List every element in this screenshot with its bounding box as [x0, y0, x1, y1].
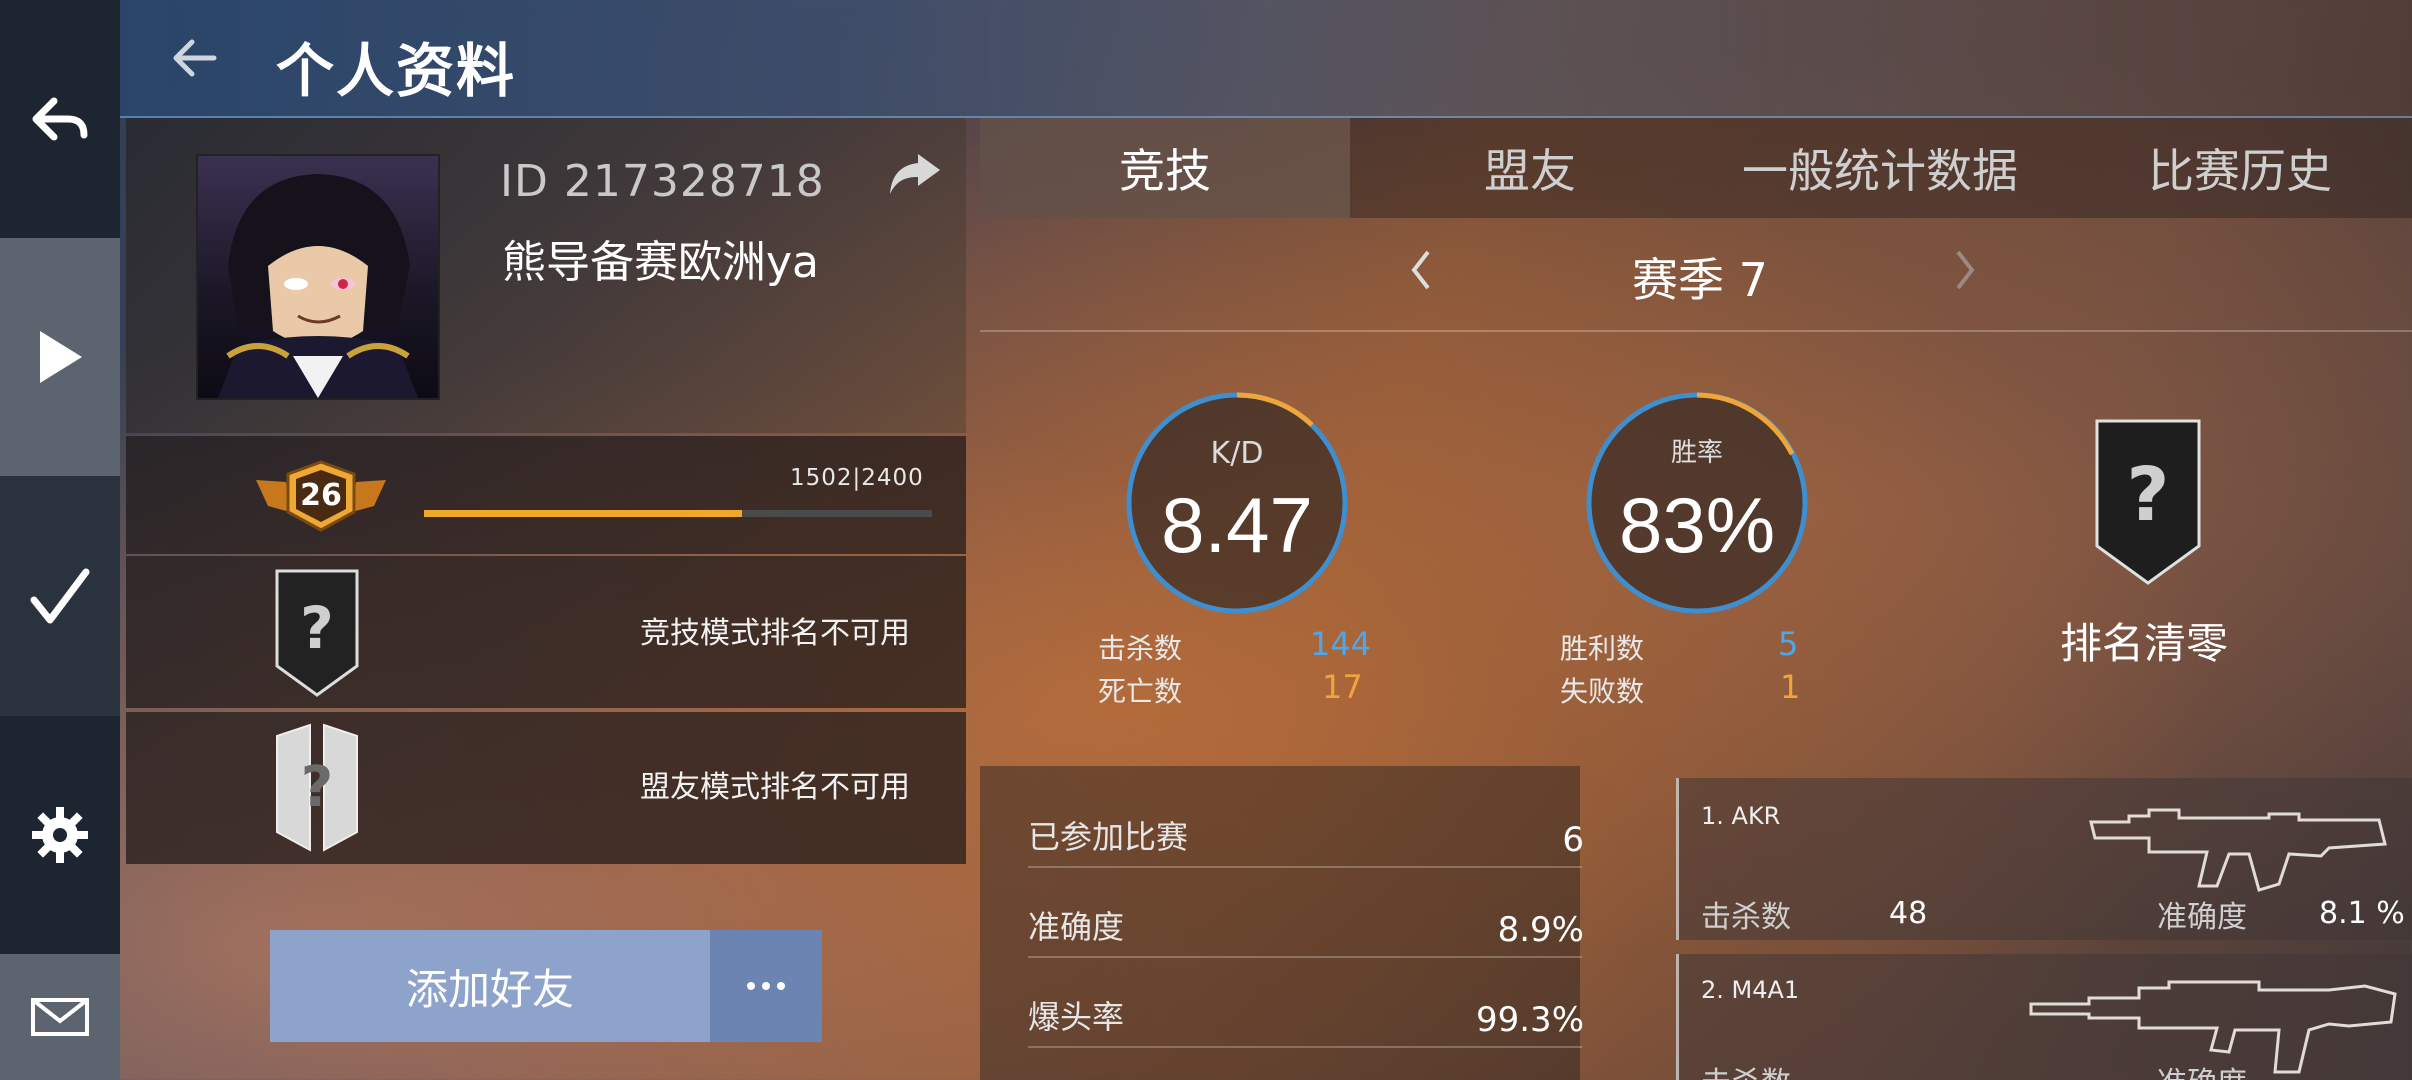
winrate-label: 胜率 [1670, 438, 1723, 468]
avatar-portrait-icon [218, 174, 418, 398]
season-divider [980, 330, 2412, 332]
ally-rank-text: 盟友模式排名不可用 [640, 770, 910, 805]
svg-text:?: ? [300, 594, 334, 662]
winrate-value: 83% [1618, 481, 1776, 569]
headshot-rate-value: 99.3% [1475, 1000, 1584, 1040]
weapon-accuracy-label: 准确度 [2157, 900, 2247, 935]
summary-divider [1028, 956, 1582, 958]
kd-value: 8.47 [1161, 481, 1313, 569]
weapon-name: 1. AKR [1701, 802, 1781, 830]
kills-value: 144 [1310, 625, 1372, 663]
winrate-gauge: 胜率 83% [1582, 388, 1812, 618]
undo-arrow-icon [32, 97, 88, 141]
svg-text:?: ? [2127, 452, 2170, 538]
weapon-accuracy-label: 准确度 [2157, 1058, 2247, 1080]
avatar [196, 154, 440, 400]
tab-general-stats[interactable]: 一般统计数据 [1680, 118, 2080, 218]
season-next-button[interactable] [1946, 240, 1986, 300]
deaths-value: 17 [1322, 668, 1363, 706]
unknown-rank-shield-icon: ? [2095, 419, 2201, 585]
weapon-kills-label: 击杀数 [1701, 900, 1791, 935]
add-friend-button[interactable]: 添加好友 [270, 930, 710, 1042]
weapon-name: 2. M4A1 [1701, 976, 1800, 1004]
level-number: 26 [300, 478, 342, 513]
settings-rail-button[interactable] [0, 770, 120, 900]
mail-icon [31, 998, 89, 1036]
checkmark-icon [30, 568, 90, 624]
weapon-card-akr[interactable]: 1. AKR 击杀数 48 准确度 8.1 % [1676, 778, 2412, 940]
tab-bar: 竞技 盟友 一般统计数据 比赛历史 [980, 118, 2412, 218]
back-arrow-icon [173, 39, 217, 77]
summary-divider [1028, 866, 1582, 868]
kd-label: K/D [1210, 436, 1264, 471]
rank-reset-label: 排名清零 [2060, 619, 2229, 668]
summary-divider [1028, 1046, 1582, 1048]
weapon-kills-label: 击杀数 [1701, 1058, 1791, 1080]
side-rail [0, 0, 120, 1080]
losses-value: 1 [1780, 668, 1801, 706]
level-badge: 26 [256, 460, 386, 532]
wins-value: 5 [1778, 625, 1799, 663]
competitive-rank-badge: ? [274, 568, 360, 698]
accuracy-value: 8.9% [1497, 910, 1584, 950]
rank-reset-badge: ? [2094, 418, 2202, 586]
headshot-rate-label: 爆头率 [1028, 998, 1125, 1036]
weapon-card-m4a1[interactable]: 2. M4A1 击杀数 准确度 [1676, 954, 2412, 1080]
competitive-rank-text: 竞技模式排名不可用 [640, 616, 910, 651]
season-prev-button[interactable] [1400, 240, 1440, 300]
wins-label: 胜利数 [1560, 632, 1645, 665]
ellipsis-icon [747, 982, 785, 990]
rifle-akr-icon [2089, 808, 2387, 892]
mail-rail-button[interactable] [0, 954, 120, 1080]
player-name: 熊导备赛欧洲ya [502, 237, 820, 288]
matches-played-value: 6 [1562, 820, 1584, 860]
chevron-right-icon [1956, 250, 1975, 290]
share-arrow-icon [890, 154, 940, 194]
tab-allies[interactable]: 盟友 [1350, 118, 1710, 218]
svg-text:?: ? [301, 755, 333, 820]
back-rail-button[interactable] [0, 40, 120, 200]
play-icon [40, 331, 82, 383]
weapon-accuracy-value: 8.1 % [2319, 896, 2405, 931]
season-label: 赛季 7 [1632, 253, 1768, 307]
tab-match-history[interactable]: 比赛历史 [2070, 118, 2410, 218]
page-title: 个人资料 [276, 37, 517, 105]
level-row [126, 436, 966, 554]
player-id: ID 217328718 [500, 156, 825, 207]
play-rail-button[interactable] [0, 238, 120, 476]
ally-rank-badge: ? [274, 722, 360, 854]
accuracy-label: 准确度 [1028, 908, 1125, 946]
kd-gauge: K/D 8.47 [1122, 388, 1352, 618]
chevron-left-icon [1411, 250, 1430, 290]
deaths-label: 死亡数 [1098, 675, 1183, 708]
more-options-button[interactable] [710, 930, 822, 1042]
losses-label: 失败数 [1560, 675, 1645, 708]
weapon-kills-value: 48 [1889, 896, 1928, 931]
kills-label: 击杀数 [1098, 632, 1183, 665]
tasks-rail-button[interactable] [0, 476, 120, 716]
share-button[interactable] [884, 150, 944, 200]
xp-progress-fill [424, 510, 742, 517]
back-button[interactable] [168, 32, 220, 84]
xp-progress-bar [424, 510, 932, 517]
unknown-rank-shield-icon: ? [275, 569, 359, 697]
unknown-ally-rank-icon: ? [276, 723, 358, 852]
tab-competitive[interactable]: 竞技 [980, 118, 1350, 218]
xp-text: 1502|2400 [790, 465, 924, 491]
matches-played-label: 已参加比赛 [1028, 818, 1189, 856]
gear-icon [32, 807, 88, 863]
